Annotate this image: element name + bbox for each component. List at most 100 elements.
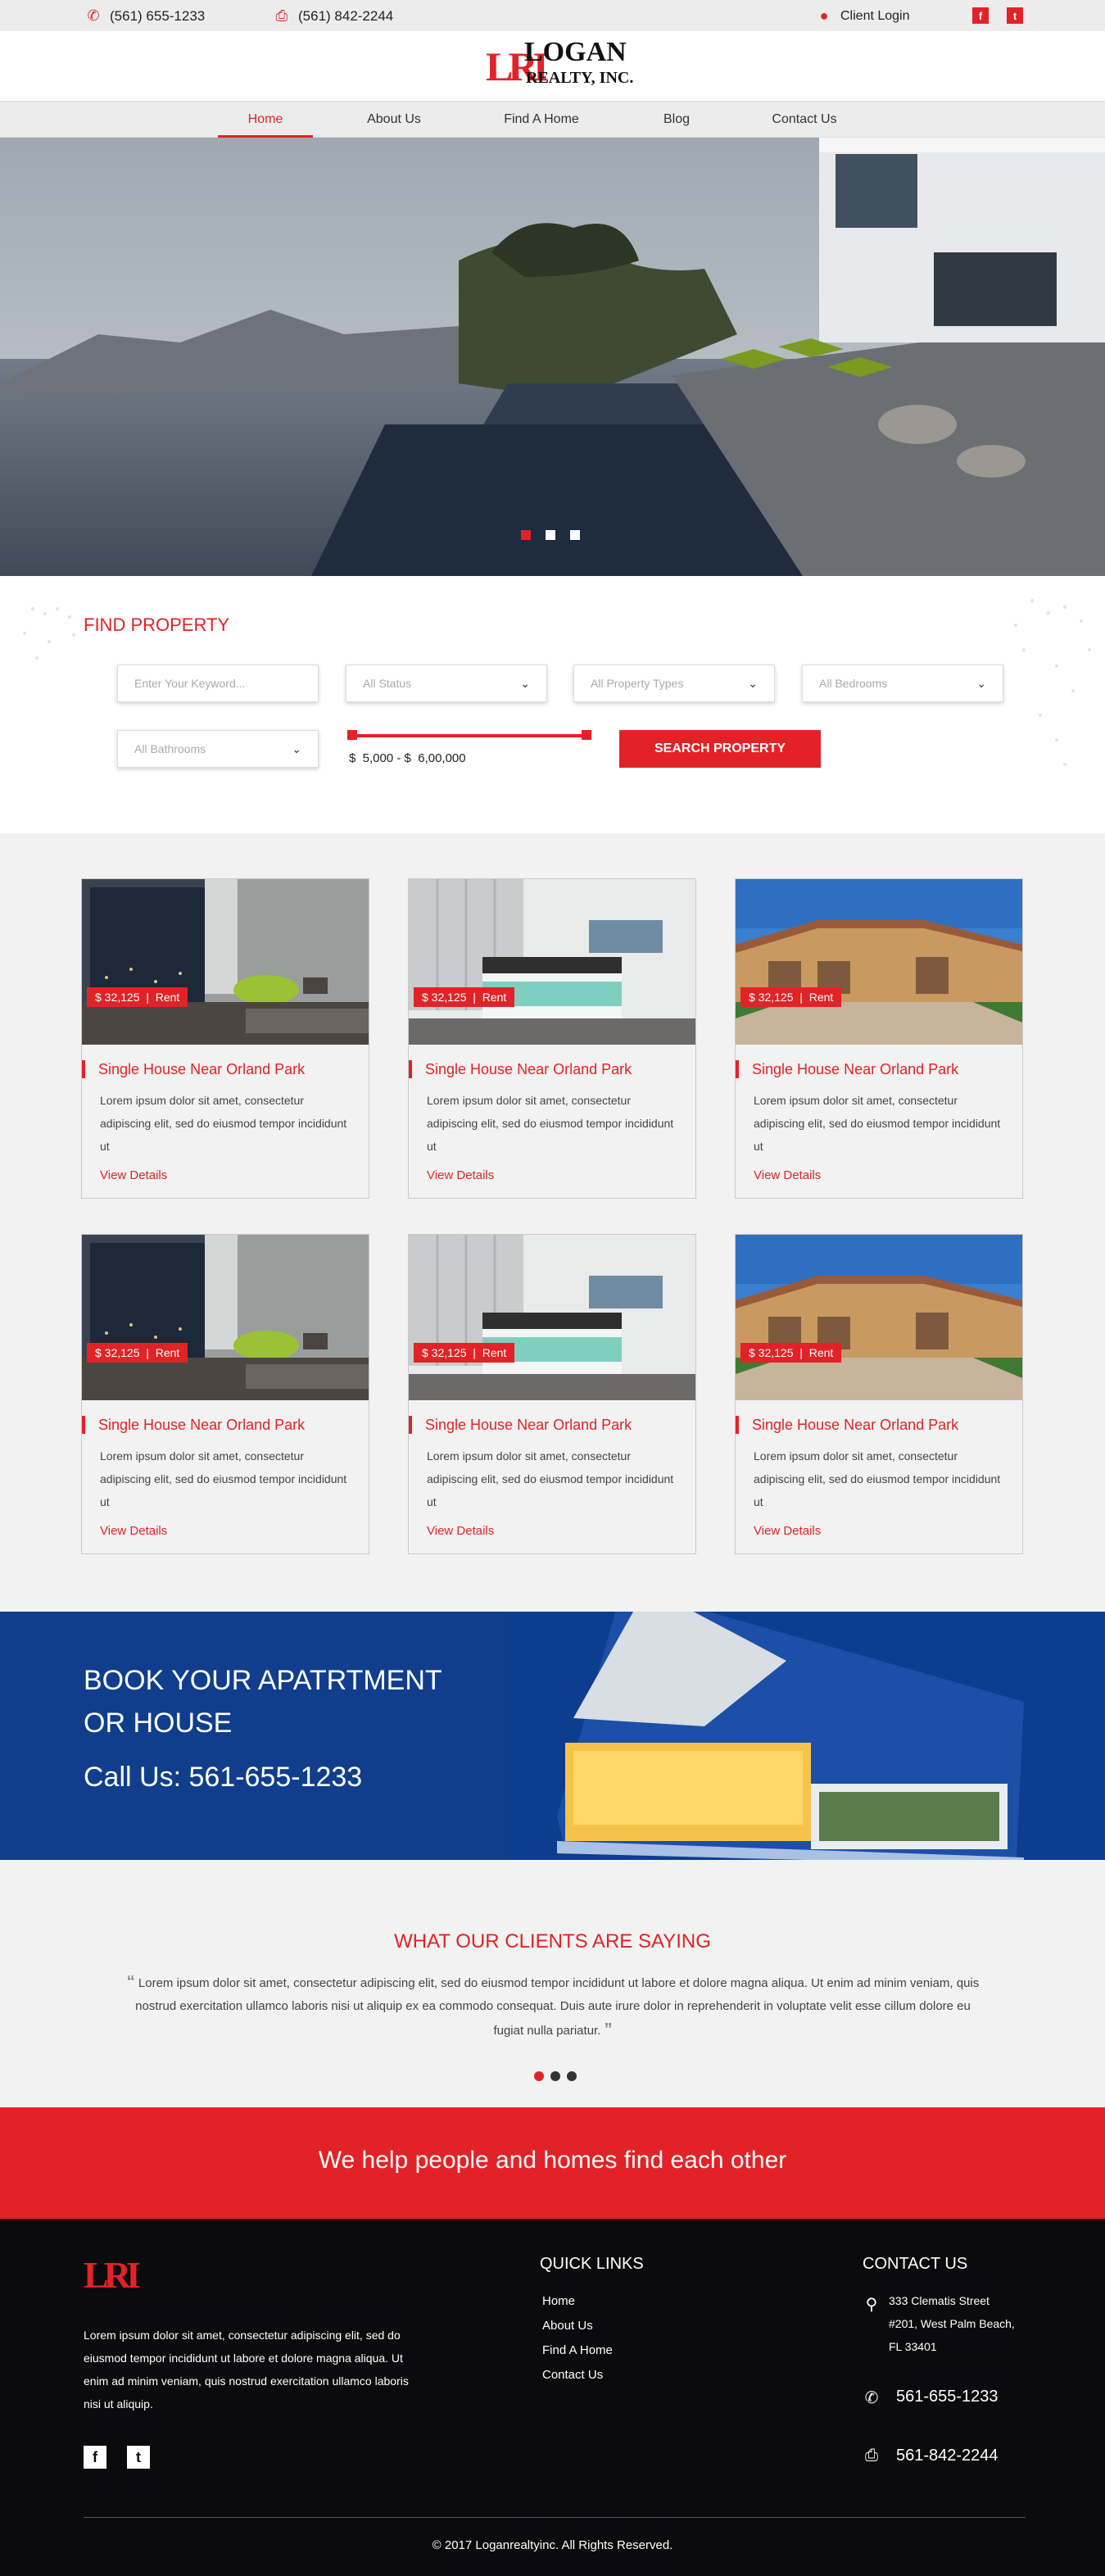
listing-type: Rent <box>808 991 834 1004</box>
property-image[interactable] <box>409 879 695 1045</box>
property-card[interactable]: $ 32,125 | Rent Single House Near Orland… <box>81 1234 369 1554</box>
view-details-link[interactable]: View Details <box>100 1168 167 1182</box>
hero-slide-dot-1[interactable] <box>521 530 531 540</box>
chevron-down-icon: ⌄ <box>520 676 530 690</box>
property-card[interactable]: $ 32,125 | Rent Single House Near Orland… <box>735 878 1023 1199</box>
bathrooms-select[interactable]: All Bathrooms ⌄ <box>117 730 319 768</box>
price-tag: $ 32,125 | Rent <box>740 987 842 1007</box>
property-card[interactable]: $ 32,125 | Rent Single House Near Orland… <box>408 878 696 1199</box>
phone-icon: ✆ <box>864 2389 879 2407</box>
property-title[interactable]: Single House Near Orland Park <box>409 1060 632 1078</box>
property-description: Lorem ipsum dolor sit amet, consectetur … <box>100 1094 347 1153</box>
footer-about-text: Lorem ipsum dolor sit amet, consectetur … <box>84 2329 409 2410</box>
property-description: Lorem ipsum dolor sit amet, consectetur … <box>754 1449 1001 1508</box>
property-image[interactable] <box>736 1235 1022 1400</box>
price-range-label: $ 5,000 - $ 6,00,000 <box>349 751 466 765</box>
listing-type: Rent <box>482 1346 507 1359</box>
logo-subtitle: REALTY, INC. <box>526 69 634 87</box>
view-details-link[interactable]: View Details <box>754 1168 821 1182</box>
price-tag: $ 32,125 | Rent <box>740 1343 842 1363</box>
footer-link-about[interactable]: About Us <box>542 2319 593 2333</box>
keyword-placeholder: Enter Your Keyword... <box>134 677 246 690</box>
price-value: $ 32,125 <box>95 991 140 1004</box>
bedrooms-select[interactable]: All Bedrooms ⌄ <box>802 664 1003 702</box>
search-property-button[interactable]: SEARCH PROPERTY <box>619 730 821 768</box>
twitter-icon[interactable]: t <box>1007 7 1023 24</box>
price-slider-min-handle[interactable] <box>347 730 357 740</box>
property-title[interactable]: Single House Near Orland Park <box>736 1060 958 1078</box>
testimonial-quote: “ Lorem ipsum dolor sit amet, consectetu… <box>123 1971 983 2043</box>
hero-slide-dot-2[interactable] <box>546 530 555 540</box>
book-title-line-1: BOOK YOUR APATRTMENT <box>84 1665 442 1696</box>
price-value: $ 32,125 <box>749 991 794 1004</box>
bathrooms-value: All Bathrooms <box>134 742 206 755</box>
address-line-3: FL 33401 <box>889 2340 937 2353</box>
property-card[interactable]: $ 32,125 | Rent Single House Near Orland… <box>81 878 369 1199</box>
footer-logo[interactable]: LRI <box>84 2253 141 2297</box>
logo-name[interactable]: LOGAN <box>524 38 627 67</box>
listing-type: Rent <box>155 991 180 1004</box>
price-value: $ 32,125 <box>422 991 467 1004</box>
nav-contact[interactable]: Contact Us <box>749 102 859 138</box>
chevron-down-icon: ⌄ <box>292 742 301 755</box>
footer-link-home[interactable]: Home <box>542 2294 575 2308</box>
nav-home[interactable]: Home <box>218 102 313 138</box>
close-quote-icon: ” <box>604 2020 613 2039</box>
nav-blog[interactable]: Blog <box>639 102 714 138</box>
chevron-down-icon: ⌄ <box>976 676 986 690</box>
footer-facebook-icon[interactable]: f <box>84 2446 106 2469</box>
contact-us-title: CONTACT US <box>863 2255 968 2273</box>
view-details-link[interactable]: View Details <box>427 1168 494 1182</box>
property-title[interactable]: Single House Near Orland Park <box>409 1416 632 1434</box>
nav-find-home[interactable]: Find A Home <box>479 102 604 138</box>
nav-about[interactable]: About Us <box>344 102 444 138</box>
property-image[interactable] <box>82 879 369 1045</box>
topbar-phone[interactable]: ✆ (561) 655-1233 <box>85 7 205 25</box>
view-details-link[interactable]: View Details <box>100 1524 167 1538</box>
property-description: Lorem ipsum dolor sit amet, consectetur … <box>427 1094 674 1153</box>
hero-slide-dot-3[interactable] <box>570 530 580 540</box>
topbar-fax-text: (561) 842-2244 <box>298 7 394 24</box>
property-title[interactable]: Single House Near Orland Park <box>736 1416 958 1434</box>
view-details-link[interactable]: View Details <box>754 1524 821 1538</box>
footer-link-contact[interactable]: Contact Us <box>542 2368 603 2382</box>
testimonial-dot-3[interactable] <box>567 2071 577 2081</box>
logo-mark[interactable]: LRI <box>486 41 549 92</box>
price-value: $ 32,125 <box>749 1346 794 1359</box>
keyword-input[interactable]: Enter Your Keyword... <box>117 664 319 702</box>
quick-links-title: QUICK LINKS <box>540 2255 644 2273</box>
topbar-fax[interactable]: ⎙ (561) 842-2244 <box>274 7 393 25</box>
location-pin-icon: ⚲ <box>865 2296 878 2314</box>
property-image[interactable] <box>409 1235 695 1400</box>
testimonial-dot-1[interactable] <box>534 2071 544 2081</box>
property-title[interactable]: Single House Near Orland Park <box>82 1060 305 1078</box>
footer-link-find-home[interactable]: Find A Home <box>542 2343 613 2357</box>
footer-twitter-icon[interactable]: t <box>127 2446 150 2469</box>
hero-image <box>0 138 1105 576</box>
chevron-down-icon: ⌄ <box>748 676 758 690</box>
property-card[interactable]: $ 32,125 | Rent Single House Near Orland… <box>735 1234 1023 1554</box>
footer-address: 333 Clematis Street #201, West Palm Beac… <box>889 2289 1015 2358</box>
footer-phone[interactable]: 561-655-1233 <box>896 2388 999 2406</box>
status-select[interactable]: All Status ⌄ <box>346 664 547 702</box>
price-slider-track[interactable] <box>349 734 588 737</box>
property-title[interactable]: Single House Near Orland Park <box>82 1416 305 1434</box>
property-description: Lorem ipsum dolor sit amet, consectetur … <box>427 1449 674 1508</box>
testimonial-dot-2[interactable] <box>550 2071 560 2081</box>
price-slider-max-handle[interactable] <box>582 730 591 740</box>
address-line-2: #201, West Palm Beach, <box>889 2317 1015 2330</box>
property-image[interactable] <box>736 879 1022 1045</box>
facebook-icon[interactable]: f <box>972 7 989 24</box>
property-image[interactable] <box>82 1235 369 1400</box>
client-login-link[interactable]: ● Client Login <box>816 7 910 25</box>
copyright: © 2017 Loganrealtyinc. All Rights Reserv… <box>432 2538 673 2552</box>
view-details-link[interactable]: View Details <box>427 1524 494 1538</box>
book-call-us[interactable]: Call Us: 561-655-1233 <box>84 1762 362 1794</box>
book-title: BOOK YOUR APATRTMENT OR HOUSE <box>84 1659 442 1744</box>
price-tag: $ 32,125 | Rent <box>414 987 515 1007</box>
property-card[interactable]: $ 32,125 | Rent Single House Near Orland… <box>408 1234 696 1554</box>
listing-type: Rent <box>155 1346 180 1359</box>
property-type-select[interactable]: All Property Types ⌄ <box>573 664 775 702</box>
user-icon: ● <box>819 7 829 24</box>
printer-icon: ⎙ <box>865 2447 878 2465</box>
